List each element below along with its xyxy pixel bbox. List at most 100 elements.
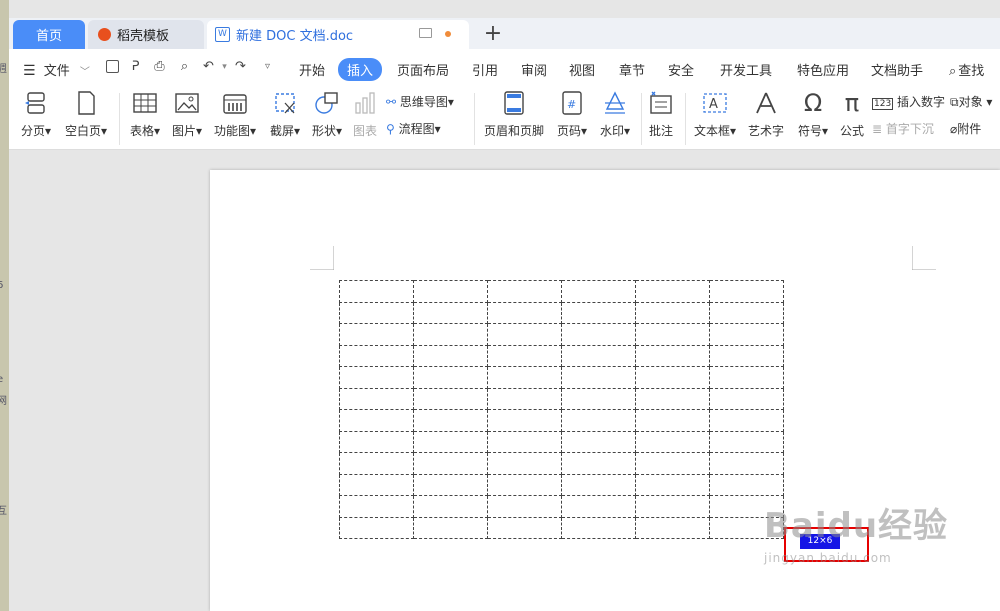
table-cell[interactable] [635, 344, 710, 367]
shape-button[interactable]: 形状▾ [307, 91, 347, 139]
table-cell[interactable] [413, 516, 488, 539]
menu-start[interactable]: 开始 [299, 60, 325, 79]
object-button[interactable]: ⧉对象 ▾ [950, 93, 992, 110]
print-icon[interactable]: ⎙ [152, 60, 167, 74]
print-preview-icon[interactable]: ⌕ [177, 60, 192, 74]
table-cell[interactable] [339, 452, 414, 475]
table-cell[interactable] [487, 409, 562, 432]
table-cell[interactable] [339, 387, 414, 410]
wordart-button[interactable]: 艺术字 [745, 91, 787, 139]
picture-button[interactable]: 图片▾ [167, 91, 207, 139]
comment-button[interactable]: 批注 [645, 91, 677, 139]
table-cell[interactable] [709, 280, 784, 303]
table-cell[interactable] [561, 452, 636, 475]
table-cell[interactable] [709, 430, 784, 453]
table-cell[interactable] [339, 344, 414, 367]
drop-cap-button[interactable]: ≣ 首字下沉 [872, 120, 934, 137]
table-cell[interactable] [339, 409, 414, 432]
undo-dropdown-icon[interactable]: ▾ [217, 60, 232, 74]
table-cell[interactable] [413, 430, 488, 453]
customize-toolbar-icon[interactable]: ▿ [260, 60, 275, 74]
table-cell[interactable] [709, 452, 784, 475]
save-icon[interactable] [106, 60, 119, 73]
table-cell[interactable] [635, 452, 710, 475]
table-cell[interactable] [561, 301, 636, 324]
redo-icon[interactable]: ↷ [233, 60, 248, 74]
table-cell[interactable] [709, 473, 784, 496]
table-cell[interactable] [487, 301, 562, 324]
table-cell[interactable] [709, 323, 784, 346]
table-cell[interactable] [487, 452, 562, 475]
table-cell[interactable] [339, 473, 414, 496]
table-cell[interactable] [561, 344, 636, 367]
table-cell[interactable] [709, 387, 784, 410]
menu-section[interactable]: 章节 [619, 60, 645, 79]
table-cell[interactable] [635, 323, 710, 346]
table-cell[interactable] [487, 387, 562, 410]
table-cell[interactable] [413, 409, 488, 432]
menu-review[interactable]: 审阅 [521, 60, 547, 79]
tab-document[interactable]: W 新建 DOC 文档.doc [207, 20, 469, 49]
table-cell[interactable] [339, 495, 414, 518]
table-cell[interactable] [561, 473, 636, 496]
textbox-button[interactable]: A 文本框▾ [690, 91, 740, 139]
table-cell[interactable] [635, 301, 710, 324]
menu-special-apps[interactable]: 特色应用 [797, 60, 849, 79]
table-cell[interactable] [339, 280, 414, 303]
inserted-table[interactable] [339, 280, 784, 539]
table-cell[interactable] [413, 301, 488, 324]
header-footer-button[interactable]: 页眉和页脚 [481, 91, 547, 139]
table-cell[interactable] [635, 430, 710, 453]
menu-security[interactable]: 安全 [668, 60, 694, 79]
table-cell[interactable] [487, 280, 562, 303]
tab-templates[interactable]: 稻壳模板 [88, 20, 204, 49]
table-cell[interactable] [635, 366, 710, 389]
screenshot-button[interactable]: 截屏▾ [265, 91, 305, 139]
blank-page-button[interactable]: 空白页▾ [62, 91, 110, 139]
table-cell[interactable] [635, 495, 710, 518]
table-cell[interactable] [561, 280, 636, 303]
menu-insert[interactable]: 插入 [338, 58, 383, 81]
table-cell[interactable] [413, 473, 488, 496]
table-cell[interactable] [413, 366, 488, 389]
table-cell[interactable] [561, 430, 636, 453]
table-cell[interactable] [709, 366, 784, 389]
menu-developer-tools[interactable]: 开发工具 [720, 60, 772, 79]
menu-doc-assistant[interactable]: 文档助手 [871, 60, 923, 79]
menu-view[interactable]: 视图 [569, 60, 595, 79]
symbol-button[interactable]: Ω 符号▾ [795, 91, 831, 139]
tab-home[interactable]: 首页 [13, 20, 85, 49]
insert-number-button[interactable]: 123 插入数字 [872, 93, 945, 110]
watermark-button[interactable]: 水印▾ [594, 91, 636, 139]
monitor-icon[interactable] [419, 28, 432, 38]
new-tab-button[interactable]: + [479, 18, 507, 49]
attachment-button[interactable]: ⌀附件 [950, 120, 981, 137]
table-cell[interactable] [487, 473, 562, 496]
menu-references[interactable]: 引用 [472, 60, 498, 79]
mindmap-button[interactable]: ⚯ 思维导图▾ [386, 93, 454, 110]
undo-icon[interactable]: ↶ [201, 60, 216, 74]
table-cell[interactable] [561, 323, 636, 346]
table-cell[interactable] [413, 280, 488, 303]
page-number-button[interactable]: # 页码▾ [552, 91, 592, 139]
function-chart-button[interactable]: 功能图▾ [209, 91, 261, 139]
table-cell[interactable] [339, 430, 414, 453]
search-button[interactable]: ⌕ 查找 [949, 60, 984, 79]
table-cell[interactable] [487, 495, 562, 518]
table-cell[interactable] [487, 323, 562, 346]
table-cell[interactable] [413, 323, 488, 346]
table-cell[interactable] [487, 430, 562, 453]
chart-button[interactable]: 图表 [349, 91, 381, 139]
table-cell[interactable] [709, 344, 784, 367]
table-cell[interactable] [413, 344, 488, 367]
table-cell[interactable] [561, 516, 636, 539]
table-cell[interactable] [487, 344, 562, 367]
page-break-button[interactable]: 分页▾ [17, 91, 55, 139]
table-cell[interactable] [413, 387, 488, 410]
table-cell[interactable] [635, 516, 710, 539]
table-cell[interactable] [413, 495, 488, 518]
table-cell[interactable] [339, 323, 414, 346]
table-cell[interactable] [413, 452, 488, 475]
formula-button[interactable]: π 公式 [837, 91, 867, 139]
table-cell[interactable] [635, 409, 710, 432]
